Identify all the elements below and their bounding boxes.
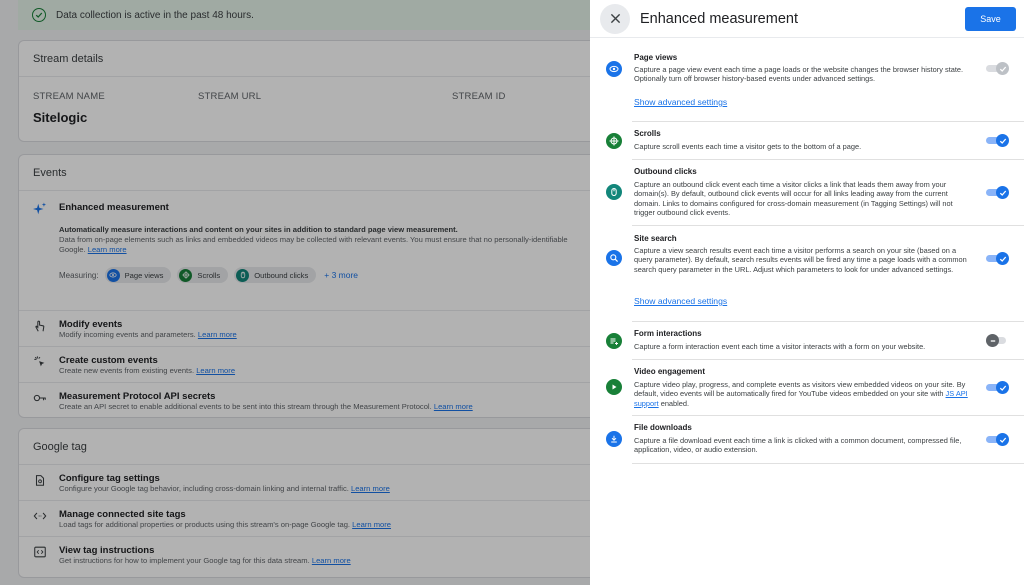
mouse-icon	[606, 184, 622, 200]
eye-icon	[606, 61, 622, 77]
video-engagement-desc: Capture video play, progress, and comple…	[634, 380, 974, 408]
setting-page-views: Page views Capture a page view event eac…	[590, 40, 1024, 122]
scrolls-desc: Capture scroll events each time a visito…	[634, 142, 862, 151]
modal-scrim[interactable]	[0, 0, 590, 585]
panel-header: Enhanced measurement Save	[590, 0, 1024, 38]
setting-video-engagement: Video engagement Capture video play, pro…	[590, 360, 1024, 416]
page-views-title: Page views	[634, 53, 678, 62]
setting-outbound-clicks: Outbound clicks Capture an outbound clic…	[590, 160, 1024, 226]
play-icon	[606, 379, 622, 395]
enhanced-measurement-panel: Enhanced measurement Save Page views Cap…	[590, 0, 1024, 585]
outbound-clicks-title: Outbound clicks	[634, 167, 697, 176]
video-engagement-title: Video engagement	[634, 367, 705, 376]
file-downloads-desc: Capture a file download event each time …	[634, 436, 962, 455]
page-views-toggle	[986, 62, 1010, 75]
form-interactions-desc: Capture a form interaction event each ti…	[634, 342, 926, 351]
setting-file-downloads: File downloads Capture a file download e…	[590, 416, 1024, 464]
site-search-desc: Capture a view search results event each…	[634, 246, 967, 274]
video-desc-part-1: Capture video play, progress, and comple…	[634, 380, 966, 399]
page-views-advanced-link[interactable]: Show advanced settings	[634, 97, 727, 107]
close-icon	[610, 13, 620, 24]
form-interactions-title: Form interactions	[634, 329, 702, 338]
setting-form-interactions: Form interactions Capture a form interac…	[590, 322, 1024, 360]
video-desc-part-2: enabled.	[658, 398, 690, 408]
download-icon	[606, 431, 622, 447]
setting-scrolls: Scrolls Capture scroll events each time …	[590, 122, 1024, 160]
video-engagement-toggle[interactable]	[986, 381, 1010, 394]
crosshair-icon	[606, 133, 622, 149]
close-button[interactable]	[600, 3, 630, 34]
file-downloads-toggle[interactable]	[986, 433, 1010, 446]
save-button[interactable]: Save	[965, 6, 1016, 31]
site-search-toggle[interactable]	[986, 252, 1010, 265]
site-search-title: Site search	[634, 234, 677, 243]
form-icon	[606, 333, 622, 349]
page-views-desc: Capture a page view event each time a pa…	[634, 65, 964, 84]
search-icon	[606, 250, 622, 266]
scrolls-toggle[interactable]	[986, 134, 1010, 147]
file-downloads-title: File downloads	[634, 423, 692, 432]
form-interactions-toggle[interactable]	[986, 334, 1010, 347]
panel-title: Enhanced measurement	[640, 10, 798, 27]
site-search-advanced-link[interactable]: Show advanced settings	[634, 296, 727, 306]
setting-site-search: Site search Capture a view search result…	[590, 226, 1024, 322]
outbound-clicks-toggle[interactable]	[986, 186, 1010, 199]
outbound-clicks-desc: Capture an outbound click event each tim…	[634, 180, 953, 218]
scrolls-title: Scrolls	[634, 129, 661, 138]
